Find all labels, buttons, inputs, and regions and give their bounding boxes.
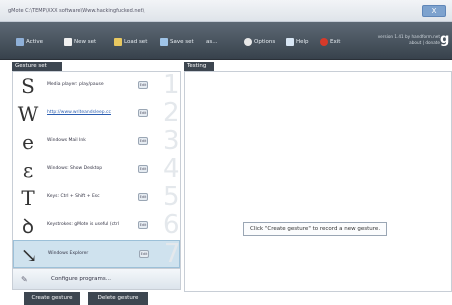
gesture-action-label: Windows: Show Desktop [47,166,103,171]
gesture-number: 2 [163,98,180,128]
gesture-action-label: Keystrokes: gMote is useful (ctrl [47,222,119,227]
gesture-row[interactable]: S Media player: play/pause Edit 1 [13,70,180,100]
save-set-button[interactable]: Save set [160,36,194,48]
save-as-button[interactable]: as... [206,36,217,48]
gesture-glyph: ε [22,158,34,182]
window-title: gMote C:\TEMP\XXX software\Www.hackingfu… [8,8,145,14]
main-toolbar: Active New set Load set Save set as... O… [0,22,452,60]
gesture-glyph: S [21,74,35,98]
gesture-row[interactable]: ꝺ Keystrokes: gMote is useful (ctrl Edit 6 [13,210,180,240]
gesture-row[interactable]: T Keys: Ctrl + Shift + Esc Edit 5 [13,182,180,212]
testing-canvas[interactable]: Click "Create gesture" to record a new g… [184,71,452,292]
delete-gesture-button[interactable]: Delete gesture [88,292,148,305]
gesture-glyph: T [21,186,35,210]
gesture-edit-icon[interactable]: Edit [138,109,148,117]
gesture-number: 3 [163,126,180,156]
window-close-button[interactable]: X [422,5,446,17]
gesture-edit-icon[interactable]: Edit [138,137,148,145]
gesture-row[interactable]: e Windows Mail Ink Edit 3 [13,126,180,156]
gear-icon [244,38,252,46]
help-button[interactable]: Help [286,36,309,48]
create-gesture-button[interactable]: Create gesture [24,292,80,305]
help-icon [286,38,294,46]
gesture-action-label: Windows Explorer [48,251,89,256]
gesture-action-label: Keys: Ctrl + Shift + Esc [47,194,100,199]
load-set-button[interactable]: Load set [114,36,147,48]
gesture-edit-icon[interactable]: Edit [138,221,148,229]
gmote-logo: g [440,32,450,47]
active-icon [16,38,24,46]
gesture-glyph: ↘ [20,243,38,267]
gesture-row[interactable]: Whttp://www.writeandsleep.cc Edit 2 [13,98,180,128]
active-button[interactable]: Active [16,36,43,48]
testing-tab[interactable]: Testing [184,62,214,71]
exit-button[interactable]: Exit [320,36,340,48]
gesture-number: 5 [163,182,180,212]
gesture-number: 4 [163,154,180,184]
options-button[interactable]: Options [244,36,275,48]
new-document-icon [64,38,72,46]
version-info: version 1.41 by handform.net about | don… [378,34,440,46]
exit-icon [320,38,328,46]
wrench-icon: ✎ [21,275,28,284]
gesture-action-label: Windows Mail Ink [47,138,86,143]
active-label: Active [26,39,44,45]
save-icon [160,38,168,46]
gesture-glyph: W [17,102,39,126]
save-set-label: Save set [170,39,194,45]
gesture-edit-icon[interactable]: Edit [138,193,148,201]
title-bar: gMote C:\TEMP\XXX software\Www.hackingfu… [0,0,452,22]
create-gesture-hint: Click "Create gesture" to record a new g… [243,222,388,236]
options-label: Options [254,39,276,45]
save-as-label: as... [206,39,218,45]
gesture-glyph: ꝺ [22,214,34,238]
gesture-action-label[interactable]: http://www.writeandsleep.cc [47,110,111,115]
gesture-number: 1 [163,70,180,100]
gesture-action-label: Media player: play/pause [47,82,104,87]
gesture-edit-icon[interactable]: Edit [139,250,149,258]
gesture-row[interactable]: ↘ Windows Explorer Edit 7 [13,239,181,269]
gesture-edit-icon[interactable]: Edit [138,81,148,89]
new-set-label: New set [74,39,97,45]
gesture-edit-icon[interactable]: Edit [138,165,148,173]
help-label: Help [296,39,309,45]
exit-label: Exit [330,39,341,45]
folder-icon [114,38,122,46]
configure-programs-button[interactable]: ✎ Configure programs... [12,268,181,290]
gesture-list: S Media player: play/pause Edit 1 Whttp://ww… [12,71,181,268]
about-donate-links[interactable]: about | donate [378,40,440,46]
gesture-row[interactable]: ε Windows: Show Desktop Edit 4 [13,154,180,184]
gesture-number: 7 [164,239,181,269]
configure-programs-label: Configure programs... [51,276,111,282]
gesture-number: 6 [163,210,180,240]
new-set-button[interactable]: New set [64,36,96,48]
gesture-glyph: e [22,130,34,154]
load-set-label: Load set [124,39,148,45]
gesture-set-tab[interactable]: Gesture set [12,62,62,71]
